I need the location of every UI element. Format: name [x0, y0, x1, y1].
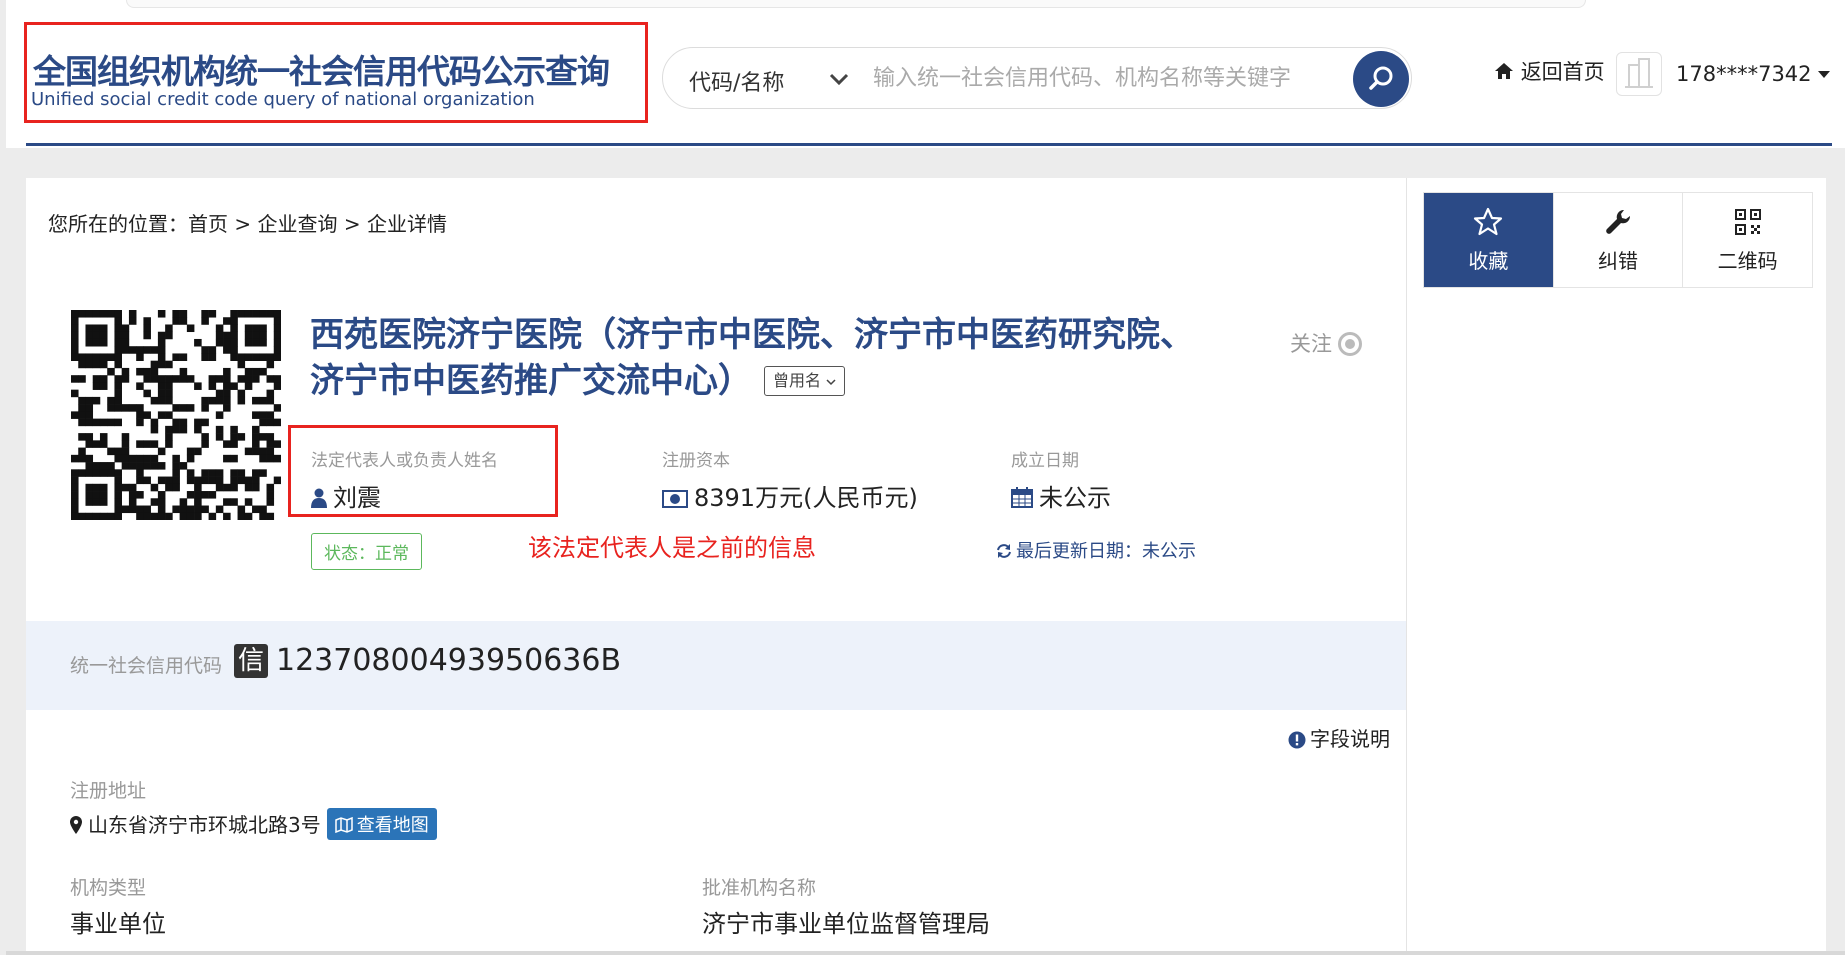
info-icon	[1288, 731, 1306, 749]
top-header: 全国组织机构统一社会信用代码公示查询 Unified social credit…	[6, 0, 1845, 148]
side-panel: 收藏 纠错 二维码	[1406, 178, 1826, 955]
favorite-button[interactable]: 收藏	[1424, 193, 1554, 287]
follow-label: 关注	[1290, 332, 1332, 356]
status-badge: 状态：正常	[311, 533, 422, 570]
main-content: 您所在的位置：首页 > 企业查询 > 企业详情 西苑医院济宁医院（济宁市中医院、…	[26, 178, 1406, 955]
logo-title-cn: 全国组织机构统一社会信用代码公示查询	[33, 52, 610, 91]
map-icon	[334, 816, 353, 834]
caret-down-icon	[1817, 71, 1830, 78]
chevron-down-icon	[826, 379, 836, 386]
last-updated: 最后更新日期：未公示	[996, 537, 1196, 563]
calendar-icon	[1011, 487, 1033, 508]
former-name-button[interactable]: 曾用名	[764, 366, 846, 396]
user-icon	[311, 488, 327, 508]
former-name-label: 曾用名	[773, 371, 822, 390]
capital-value: 8391万元(人民币元)	[662, 478, 918, 513]
header-divider	[26, 143, 1832, 146]
founded-label: 成立日期	[1011, 451, 1079, 471]
refresh-icon	[997, 544, 1011, 558]
avatar[interactable]	[1616, 52, 1662, 96]
credit-code-band: 统一社会信用代码 信 12370800493950636B	[26, 621, 1406, 710]
legal-rep-label: 法定代表人或负责人姓名	[311, 451, 498, 471]
breadcrumb: 您所在的位置：首页 > 企业查询 > 企业详情	[48, 212, 447, 236]
report-error-button[interactable]: 纠错	[1554, 193, 1684, 287]
address-label: 注册地址	[70, 780, 147, 802]
favorite-label: 收藏	[1468, 249, 1509, 273]
page-title: 西苑医院济宁医院（济宁市中医院、济宁市中医药研究院、济宁市中医药推广交流中心）曾…	[310, 312, 1210, 404]
action-toolbar: 收藏 纠错 二维码	[1423, 192, 1813, 288]
address-value: 山东省济宁市环城北路3号 查看地图	[70, 808, 437, 840]
org-type-value: 事业单位	[70, 910, 166, 938]
founded-value: 未公示	[1011, 478, 1111, 513]
annotation-note: 该法定代表人是之前的信息	[528, 534, 816, 562]
home-icon	[1495, 63, 1513, 79]
field-description-label: 字段说明	[1310, 727, 1390, 751]
search-type-select[interactable]: 代码/名称	[689, 65, 784, 97]
founded-date: 未公示	[1039, 484, 1111, 512]
legal-rep-value: 刘震	[311, 478, 381, 513]
capital-label: 注册资本	[662, 451, 730, 471]
last-updated-text: 最后更新日期：未公示	[1016, 541, 1196, 562]
horizontal-scrollbar[interactable]	[6, 951, 1845, 955]
qrcode-icon	[1734, 209, 1761, 235]
approval-authority-value: 济宁市事业单位监督管理局	[702, 910, 990, 938]
qrcode-button[interactable]: 二维码	[1683, 193, 1812, 287]
building-icon	[1625, 58, 1653, 88]
money-icon	[662, 490, 688, 508]
report-error-label: 纠错	[1598, 249, 1638, 273]
search-input[interactable]	[873, 58, 1353, 98]
home-link[interactable]: 返回首页	[1494, 56, 1605, 86]
map-pin-icon	[70, 816, 82, 834]
qrcode-label: 二维码	[1717, 249, 1778, 273]
chevron-down-icon[interactable]	[823, 63, 855, 95]
user-menu[interactable]: 178****7342	[1676, 62, 1830, 86]
org-type-label: 机构类型	[70, 877, 147, 899]
wrench-icon	[1606, 209, 1631, 234]
user-phone: 178****7342	[1676, 62, 1812, 86]
search-bar: 代码/名称	[662, 47, 1412, 109]
qr-code	[71, 310, 281, 520]
search-button[interactable]	[1353, 51, 1409, 107]
follow-button[interactable]: 关注	[1290, 328, 1362, 358]
address-text: 山东省济宁市环城北路3号	[88, 813, 321, 837]
credit-code-label: 统一社会信用代码	[70, 655, 223, 677]
approval-authority-label: 批准机构名称	[702, 877, 817, 899]
search-icon	[1369, 66, 1393, 90]
view-map-button[interactable]: 查看地图	[326, 808, 437, 840]
logo-title-en: Unified social credit code query of nati…	[31, 89, 535, 110]
org-name: 西苑医院济宁医院（济宁市中医院、济宁市中医药研究院、济宁市中医药推广交流中心）	[310, 315, 1194, 401]
capital-amount: 8391万元(人民币元)	[694, 484, 918, 512]
browser-top-strip	[126, 0, 1586, 8]
credit-badge-icon: 信	[234, 644, 268, 678]
field-description-link[interactable]: 字段说明	[1288, 723, 1390, 752]
home-link-label: 返回首页	[1520, 60, 1605, 84]
star-icon	[1474, 207, 1503, 236]
legal-rep-name: 刘震	[333, 484, 381, 512]
credit-code-value: 12370800493950636B	[276, 643, 622, 678]
view-map-label: 查看地图	[356, 815, 429, 836]
site-logo[interactable]: 全国组织机构统一社会信用代码公示查询 Unified social credit…	[24, 22, 648, 123]
follow-icon	[1338, 332, 1362, 356]
